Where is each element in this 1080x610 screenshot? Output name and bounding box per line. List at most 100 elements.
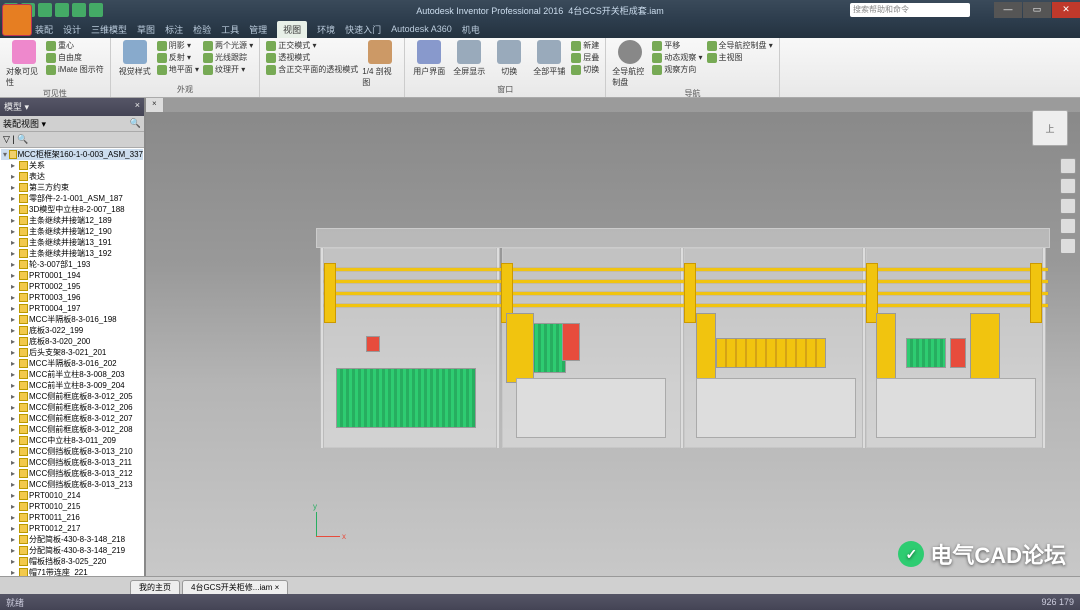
tree-node[interactable]: ▸表达 <box>1 171 143 182</box>
browser-toolbar[interactable]: 装配视图 ▾🔍 <box>0 116 144 132</box>
tab-design[interactable]: 设计 <box>63 23 81 36</box>
ground-dropdown[interactable]: 地平面 ▾ <box>157 64 199 75</box>
tab-a360[interactable]: Autodesk A360 <box>391 24 452 34</box>
tab-annotate[interactable]: 标注 <box>165 23 183 36</box>
tree-node[interactable]: ▸MCC侧挡板底板8-3-013_210 <box>1 446 143 457</box>
tree-node[interactable]: ▸PRT0001_194 <box>1 270 143 281</box>
tree-node[interactable]: ▸PRT0012_217 <box>1 523 143 534</box>
qat-icon[interactable] <box>89 3 103 17</box>
ui-button[interactable]: 用户界面 <box>411 40 447 77</box>
tree-node[interactable]: ▸零部件-2-1-001_ASM_187 <box>1 193 143 204</box>
lookat-button[interactable]: 观察方向 <box>652 64 702 75</box>
close-icon[interactable]: × <box>135 100 140 114</box>
tree-node[interactable]: ▸主条继续并接端12_189 <box>1 215 143 226</box>
tree-node[interactable]: ▸MCC中立柱8-3-011_209 <box>1 435 143 446</box>
viewport-3d[interactable]: × 上 <box>146 98 1080 576</box>
view-cube[interactable]: 上 <box>1032 110 1068 146</box>
wheel-dd[interactable]: 全导航控制盘 ▾ <box>707 40 773 51</box>
maximize-button[interactable]: ▭ <box>1023 2 1051 18</box>
tree-node[interactable]: ▸关系 <box>1 160 143 171</box>
app-menu-button[interactable] <box>2 4 32 36</box>
zoom-icon[interactable] <box>1060 198 1076 214</box>
tab-inspect[interactable]: 检验 <box>193 23 211 36</box>
pan-icon[interactable] <box>1060 178 1076 194</box>
viewport-tab-close[interactable]: × <box>146 98 164 112</box>
tab-view[interactable]: 视图 <box>277 21 307 38</box>
help-search[interactable]: 搜索帮助和命令 <box>850 3 970 17</box>
tree-node[interactable]: ▸MCC侧挡板底板8-3-013_211 <box>1 457 143 468</box>
fullscreen-button[interactable]: 全屏显示 <box>451 40 487 77</box>
tree-node[interactable]: ▸主条继续并接端13_191 <box>1 237 143 248</box>
tree-node[interactable]: ▸后头支架8-3-021_201 <box>1 347 143 358</box>
tree-node[interactable]: ▸分配简板-430-8-3-148_219 <box>1 545 143 556</box>
tree-node[interactable]: ▸PRT0010_215 <box>1 501 143 512</box>
tab-tools[interactable]: 工具 <box>221 23 239 36</box>
tree-node[interactable]: ▸MCC前半立柱8-3-008_203 <box>1 369 143 380</box>
tree-node[interactable]: ▸MCC半隔板8-3-016_202 <box>1 358 143 369</box>
tree-node[interactable]: ▸MCC侧前框底板8-3-012_205 <box>1 391 143 402</box>
tree-node[interactable]: ▸MCC侧挡板底板8-3-013_213 <box>1 479 143 490</box>
tree-node[interactable]: ▸PRT0010_214 <box>1 490 143 501</box>
tree-node[interactable]: ▸底板8-3-020_200 <box>1 336 143 347</box>
tab-sketch[interactable]: 草图 <box>137 23 155 36</box>
tab-environments[interactable]: 环境 <box>317 23 335 36</box>
tab-assembly[interactable]: 装配 <box>35 23 53 36</box>
object-visibility-button[interactable]: 对象可见性 <box>6 40 42 88</box>
switch2-button[interactable]: 切换 <box>571 64 599 75</box>
section-view-button[interactable]: 1/4 剖视图 <box>362 40 398 88</box>
reflect-dropdown[interactable]: 反射 ▾ <box>157 52 199 63</box>
tree-node[interactable]: ▸帽板挡板8-3-025_220 <box>1 556 143 567</box>
close-button[interactable]: ✕ <box>1052 2 1080 18</box>
cascade-button[interactable]: 层叠 <box>571 52 599 63</box>
qat-icon[interactable] <box>38 3 52 17</box>
tab-getstarted[interactable]: 快速入门 <box>345 23 381 36</box>
tree-node[interactable]: ▸MCC侧挡板底板8-3-013_212 <box>1 468 143 479</box>
texture-dropdown[interactable]: 纹理开 ▾ <box>203 64 253 75</box>
qat-icon[interactable] <box>55 3 69 17</box>
pan-button[interactable]: 平移 <box>652 40 702 51</box>
cg-toggle[interactable]: 重心 <box>46 40 104 51</box>
tree-node[interactable]: ▸PRT0002_195 <box>1 281 143 292</box>
tree-node[interactable]: ▸第三方约束 <box>1 182 143 193</box>
new-window-button[interactable]: 新建 <box>571 40 599 51</box>
tab-3dmodel[interactable]: 三维模型 <box>91 23 127 36</box>
persp-button[interactable]: 透视模式 <box>266 52 358 63</box>
tree-node[interactable]: ▸轮-3-007部1_193 <box>1 259 143 270</box>
qat-icon[interactable] <box>72 3 86 17</box>
imate-toggle[interactable]: iMate 图示符 <box>46 64 104 75</box>
home-view-button[interactable]: 主视图 <box>707 52 773 63</box>
tree-node[interactable]: ▸主条继续并接端12_190 <box>1 226 143 237</box>
tree-node[interactable]: ▸底板3-022_199 <box>1 325 143 336</box>
orbit-button[interactable]: 动态观察 ▾ <box>652 52 702 63</box>
tree-node[interactable]: ▸MCC半隔板8-3-016_198 <box>1 314 143 325</box>
browser-header[interactable]: 模型 ▾× <box>0 98 144 116</box>
tree-node[interactable]: ▸MCC侧前框底板8-3-012_208 <box>1 424 143 435</box>
tree-node[interactable]: ▸MCC前半立柱8-3-009_204 <box>1 380 143 391</box>
tree-node[interactable]: ▸帽71带连座_221 <box>1 567 143 576</box>
tab-electromech[interactable]: 机电 <box>462 23 480 36</box>
visual-style-button[interactable]: 视觉样式 <box>117 40 153 77</box>
tree-node[interactable]: ▸分配简板-430-8-3-148_218 <box>1 534 143 545</box>
tree-node[interactable]: ▸MCC侧前框底板8-3-012_207 <box>1 413 143 424</box>
tab-manage[interactable]: 管理 <box>249 23 267 36</box>
tree-node[interactable]: ▸3D模型中立柱8-2-007_188 <box>1 204 143 215</box>
tree-node[interactable]: ▸PRT0003_196 <box>1 292 143 303</box>
tree-node[interactable]: ▸PRT0004_197 <box>1 303 143 314</box>
tree-node[interactable]: ▸PRT0011_216 <box>1 512 143 523</box>
dof-toggle[interactable]: 自由度 <box>46 52 104 63</box>
minimize-button[interactable]: — <box>994 2 1022 18</box>
tree-node[interactable]: ▸主条继续并接端13_192 <box>1 248 143 259</box>
browser-filter[interactable]: ▽ | 🔍 <box>0 132 144 148</box>
nav-wheel-icon[interactable] <box>1060 158 1076 174</box>
switch-button[interactable]: 切换 <box>491 40 527 77</box>
model-tree[interactable]: ▾MCC柜框架160-1-0-003_ASM_337▸关系▸表达▸第三方约束▸零… <box>0 148 144 576</box>
shadow-dropdown[interactable]: 阴影 ▾ <box>157 40 199 51</box>
ortho-button[interactable]: 正交模式 ▾ <box>266 40 358 51</box>
raytrace-button[interactable]: 光线跟踪 <box>203 52 253 63</box>
tile-button[interactable]: 全部平铺 <box>531 40 567 77</box>
persp-ortho-button[interactable]: 含正交平面的透视模式 <box>266 64 358 75</box>
nav-wheel-button[interactable]: 全导航控制盘 <box>612 40 648 88</box>
light-dropdown[interactable]: 两个光源 ▾ <box>203 40 253 51</box>
search-icon[interactable]: 🔍 <box>130 118 141 129</box>
tree-node[interactable]: ▸MCC侧前框底板8-3-012_206 <box>1 402 143 413</box>
